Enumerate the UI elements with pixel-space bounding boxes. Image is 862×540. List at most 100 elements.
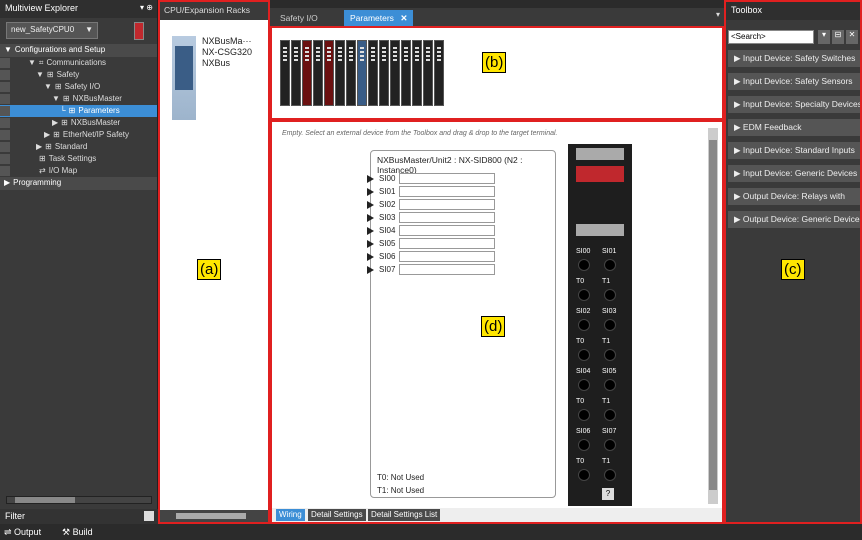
explorer-horizontal-scrollbar[interactable] bbox=[6, 496, 152, 504]
racks-title: CPU/Expansion Racks bbox=[160, 2, 268, 20]
output-tab[interactable]: ⇌ Output bbox=[4, 527, 41, 538]
editor-vertical-scrollbar[interactable] bbox=[708, 128, 718, 504]
racks-horizontal-scrollbar[interactable] bbox=[160, 510, 268, 522]
toolbox-category-label: Input Device: Safety Switches bbox=[742, 53, 856, 63]
nx-unit-module[interactable] bbox=[434, 40, 444, 106]
tree-item[interactable]: ▼ ⊞ Safety I/O bbox=[0, 81, 157, 93]
tree-item[interactable]: ▶ Programming bbox=[0, 177, 157, 190]
tab-safety-io[interactable]: Safety I/O bbox=[274, 10, 324, 26]
label-a: (a) bbox=[197, 259, 222, 280]
input-device-slot[interactable] bbox=[399, 186, 495, 197]
terminal-pin-icon bbox=[367, 201, 374, 209]
input-device-slot[interactable] bbox=[399, 173, 495, 184]
tree-item[interactable]: ▶ ⊞ NXBusMaster bbox=[0, 117, 157, 129]
close-icon[interactable]: ✕ bbox=[400, 13, 407, 23]
tab-list-menu-icon[interactable]: ▾ bbox=[716, 10, 720, 19]
tree-item[interactable]: ▼ ⊞ NXBusMaster bbox=[0, 93, 157, 105]
tab-wiring[interactable]: Wiring bbox=[276, 509, 305, 521]
expand-toggle-icon[interactable]: ▶ bbox=[52, 118, 58, 127]
input-terminal-label: SI00 bbox=[379, 174, 396, 183]
search-dropdown-icon[interactable]: ▾ bbox=[818, 30, 830, 44]
terminal-hole-icon bbox=[604, 439, 616, 451]
tab-parameters[interactable]: Parameters ✕ bbox=[344, 10, 414, 26]
nx-unit-module[interactable] bbox=[379, 40, 389, 106]
rack-unit-icon[interactable] bbox=[172, 36, 196, 120]
search-filter-icon[interactable]: ⊟ bbox=[832, 30, 844, 44]
toolbox-search-input[interactable]: <Search> bbox=[728, 30, 814, 44]
expand-toggle-icon[interactable]: ▶ bbox=[44, 130, 50, 139]
expand-toggle-icon[interactable]: ▶ bbox=[36, 142, 42, 151]
nx-unit-module[interactable] bbox=[390, 40, 400, 106]
nx-unit-strip[interactable] bbox=[280, 40, 450, 106]
input-device-slot[interactable] bbox=[399, 264, 495, 275]
expand-toggle-icon[interactable]: ▶ bbox=[4, 178, 10, 187]
terminal-hole-icon bbox=[578, 319, 590, 331]
tree-item-label: Communications bbox=[46, 58, 107, 67]
nx-unit-module[interactable] bbox=[335, 40, 345, 106]
expand-toggle-icon[interactable]: └ bbox=[60, 106, 66, 115]
toolbox-category[interactable]: ▶ Output Device: Generic Devices bbox=[728, 211, 860, 228]
expand-toggle-icon[interactable]: ▼ bbox=[4, 45, 12, 54]
tab-detail-settings[interactable]: Detail Settings bbox=[308, 509, 366, 521]
tree-item[interactable]: ⇄ I/O Map bbox=[0, 165, 157, 177]
toolbox-category[interactable]: ▶ Input Device: Generic Devices bbox=[728, 165, 860, 182]
tree-item-marker bbox=[0, 82, 10, 92]
expand-toggle-icon[interactable]: ▼ bbox=[28, 58, 36, 67]
tree-item-marker bbox=[0, 130, 10, 140]
unit-wiring-box: NXBusMaster/Unit2 : NX-SID800 (N2 : Inst… bbox=[367, 150, 556, 498]
input-device-slot[interactable] bbox=[399, 225, 495, 236]
toolbox-category[interactable]: ▶ Input Device: Safety Sensors bbox=[728, 73, 860, 90]
rack-unit-model: NX-CSG320 bbox=[202, 47, 253, 57]
input-device-slot[interactable] bbox=[399, 238, 495, 249]
nx-unit-module[interactable] bbox=[401, 40, 411, 106]
input-terminal-row: SI05 bbox=[367, 238, 507, 250]
tree-item[interactable]: ▶ ⊞ EtherNet/IP Safety bbox=[0, 129, 157, 141]
nx-unit-module[interactable] bbox=[302, 40, 312, 106]
expand-toggle-icon[interactable]: ▼ bbox=[44, 82, 52, 91]
expand-arrow-icon: ▶ bbox=[734, 214, 743, 224]
terminal-block-top-cap bbox=[576, 148, 624, 160]
input-terminal-label: SI01 bbox=[379, 187, 396, 196]
filter-options-icon[interactable] bbox=[144, 511, 154, 521]
toolbox-category[interactable]: ▶ EDM Feedback bbox=[728, 119, 860, 136]
tree-item[interactable]: ▼ Configurations and Setup bbox=[0, 44, 157, 57]
toolbox-category-label: Input Device: Generic Devices bbox=[742, 168, 858, 178]
tree-item[interactable]: ▶ ⊞ Standard bbox=[0, 141, 157, 153]
expand-toggle-icon[interactable]: ▼ bbox=[52, 94, 60, 103]
nx-unit-module[interactable] bbox=[280, 40, 290, 106]
tree-item[interactable]: ▼ ⊞ Safety bbox=[0, 69, 157, 81]
toolbox-category[interactable]: ▶ Input Device: Standard Inputs bbox=[728, 142, 860, 159]
nx-unit-module[interactable] bbox=[357, 40, 367, 106]
input-device-slot[interactable] bbox=[399, 212, 495, 223]
terminal-hole-icon bbox=[578, 409, 590, 421]
toolbox-category[interactable]: ▶ Output Device: Relays with bbox=[728, 188, 860, 205]
nx-unit-module[interactable] bbox=[291, 40, 301, 106]
nx-unit-module[interactable] bbox=[368, 40, 378, 106]
nx-unit-module[interactable] bbox=[313, 40, 323, 106]
tree-item[interactable]: ⊞ Task Settings bbox=[0, 153, 157, 165]
terminal-label: SI02 bbox=[576, 308, 591, 315]
tree-item[interactable]: └ ⊞ Parameters bbox=[0, 105, 157, 117]
tab-label: Safety I/O bbox=[280, 13, 318, 23]
filter-bar[interactable]: Filter bbox=[0, 509, 158, 524]
nx-unit-module[interactable] bbox=[346, 40, 356, 106]
toolbox-category[interactable]: ▶ Input Device: Specialty Devices bbox=[728, 96, 860, 113]
tab-detail-settings-list[interactable]: Detail Settings List bbox=[368, 509, 441, 521]
tree-item[interactable]: ▼ ⌗ Communications bbox=[0, 57, 157, 69]
expand-toggle-icon[interactable]: ▼ bbox=[36, 70, 44, 79]
rack-unit-text[interactable]: NXBusMa··· NX-CSG320 NXBus bbox=[202, 36, 252, 69]
search-clear-icon[interactable]: ✕ bbox=[846, 30, 858, 44]
input-device-slot[interactable] bbox=[399, 199, 495, 210]
explorer-pin-icon[interactable]: ▾ ⊕ bbox=[140, 3, 153, 12]
nx-unit-module[interactable] bbox=[423, 40, 433, 106]
terminal-label: T0 bbox=[576, 278, 585, 285]
nx-unit-module[interactable] bbox=[412, 40, 422, 106]
build-tab[interactable]: ⚒ Build bbox=[62, 527, 93, 538]
tree-item-label: Safety I/O bbox=[64, 82, 101, 91]
help-icon[interactable]: ? bbox=[602, 488, 614, 500]
explorer-title-bar: Multiview Explorer ▾ ⊕ bbox=[0, 0, 157, 18]
nx-unit-module[interactable] bbox=[324, 40, 334, 106]
input-device-slot[interactable] bbox=[399, 251, 495, 262]
toolbox-category[interactable]: ▶ Input Device: Safety Switches bbox=[728, 50, 860, 67]
controller-select[interactable]: new_SafetyCPU0 ▼ bbox=[6, 22, 98, 39]
